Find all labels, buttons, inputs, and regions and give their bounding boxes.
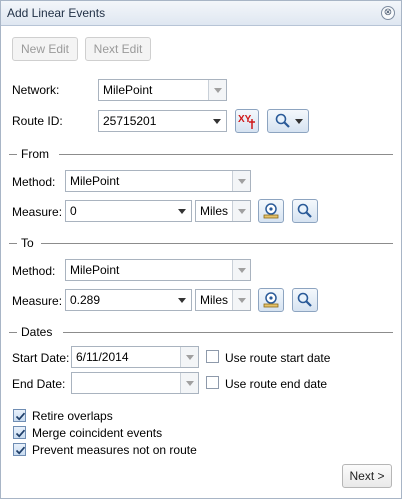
checkmark-icon <box>15 412 26 421</box>
retire-overlaps-label: Retire overlaps <box>32 409 113 423</box>
from-measure-combo[interactable]: 0 <box>65 200 192 222</box>
chevron-down-icon[interactable] <box>180 347 198 367</box>
next-button[interactable]: Next > <box>342 464 392 488</box>
measure-pick-icon <box>263 203 279 219</box>
chevron-down-icon[interactable] <box>173 201 191 221</box>
merge-coincident-checkbox[interactable] <box>13 426 26 439</box>
merge-coincident-label: Merge coincident events <box>32 426 163 440</box>
add-linear-events-panel: Add Linear Events ⊗ New Edit Next Edit N… <box>0 0 402 499</box>
chevron-down-icon[interactable] <box>180 373 198 393</box>
chevron-down-icon[interactable] <box>232 171 250 191</box>
magnifier-icon <box>297 203 312 218</box>
to-units-value: Miles <box>200 293 229 307</box>
divider <box>59 154 393 155</box>
magnifier-icon <box>297 292 312 307</box>
to-measure-value: 0.289 <box>70 293 101 307</box>
to-method-label: Method: <box>12 264 56 278</box>
from-zoom-button[interactable] <box>292 199 318 223</box>
xy-select-icon: XY <box>238 114 255 129</box>
prevent-measures-label: Prevent measures not on route <box>32 443 197 457</box>
title-bar: Add Linear Events ⊗ <box>1 1 401 26</box>
from-units-value: Miles <box>200 204 229 218</box>
zoom-route-dropdown-button[interactable] <box>267 109 309 133</box>
end-date-label: End Date: <box>12 377 66 391</box>
magnifier-icon <box>275 113 290 128</box>
to-zoom-button[interactable] <box>292 288 318 312</box>
chevron-down-icon[interactable] <box>232 201 250 221</box>
measure-pick-icon <box>263 292 279 308</box>
chevron-down-icon[interactable] <box>208 111 226 131</box>
close-icon[interactable]: ⊗ <box>381 6 395 20</box>
to-pick-measure-button[interactable] <box>258 288 284 312</box>
retire-overlaps-checkbox[interactable] <box>13 409 26 422</box>
to-units-select[interactable]: Miles <box>195 289 251 311</box>
chevron-down-icon[interactable] <box>208 80 226 100</box>
to-method-value: MilePoint <box>70 263 120 277</box>
dates-heading: Dates <box>21 325 53 339</box>
checkmark-icon <box>15 429 26 438</box>
from-method-value: MilePoint <box>70 174 120 188</box>
from-units-select[interactable]: Miles <box>195 200 251 222</box>
network-select[interactable]: MilePoint <box>98 79 227 101</box>
use-route-end-date-label: Use route end date <box>225 377 328 391</box>
from-heading: From <box>21 147 49 161</box>
checkmark-icon <box>15 446 26 455</box>
chevron-down-icon[interactable] <box>232 290 250 310</box>
use-route-start-date-label: Use route start date <box>225 351 331 365</box>
from-measure-value: 0 <box>70 204 77 218</box>
start-date-value: 6/11/2014 <box>76 350 129 364</box>
select-route-xy-button[interactable]: XY <box>235 109 259 133</box>
divider <box>41 243 393 244</box>
route-id-combo[interactable]: 25715201 <box>98 110 227 132</box>
from-method-label: Method: <box>12 175 56 189</box>
start-date-label: Start Date: <box>12 351 70 365</box>
use-route-start-date-checkbox[interactable] <box>206 350 219 363</box>
from-method-select[interactable]: MilePoint <box>65 170 251 192</box>
to-measure-label: Measure: <box>12 294 63 308</box>
use-route-end-date-checkbox[interactable] <box>206 376 219 389</box>
new-edit-button[interactable]: New Edit <box>12 37 78 61</box>
divider <box>9 154 17 155</box>
network-label: Network: <box>12 83 60 97</box>
to-measure-combo[interactable]: 0.289 <box>65 289 192 311</box>
from-measure-label: Measure: <box>12 205 63 219</box>
start-date-picker[interactable]: 6/11/2014 <box>71 346 199 368</box>
from-pick-measure-button[interactable] <box>258 199 284 223</box>
window-title: Add Linear Events <box>7 6 106 20</box>
next-edit-button[interactable]: Next Edit <box>85 37 151 61</box>
prevent-measures-checkbox[interactable] <box>13 443 26 456</box>
end-date-picker[interactable] <box>71 372 199 394</box>
route-id-label: Route ID: <box>12 114 63 128</box>
chevron-down-icon[interactable] <box>173 290 191 310</box>
to-method-select[interactable]: MilePoint <box>65 259 251 281</box>
divider <box>63 332 393 333</box>
svg-text:XY: XY <box>238 114 252 125</box>
chevron-down-icon <box>294 118 303 124</box>
network-value: MilePoint <box>103 83 153 97</box>
to-heading: To <box>21 236 34 250</box>
route-id-value: 25715201 <box>103 114 157 128</box>
chevron-down-icon[interactable] <box>232 260 250 280</box>
divider <box>9 332 17 333</box>
divider <box>9 243 17 244</box>
